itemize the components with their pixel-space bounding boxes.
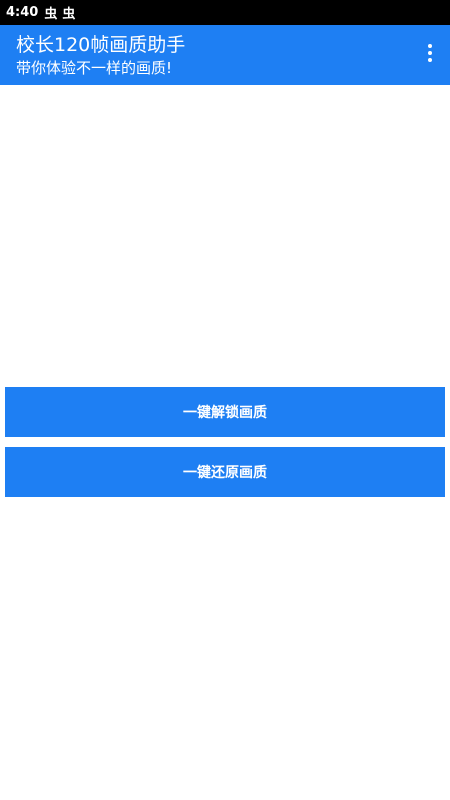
app-subtitle: 带你体验不一样的画质! <box>16 59 173 77</box>
bug-icon: 虫 <box>62 7 76 22</box>
menu-dot <box>428 58 432 62</box>
app-screen: 4:40 虫 虫 校长120帧画质助手 带你体验不一样的画质! 一键解锁画质 一… <box>0 0 450 800</box>
bug-icon: 虫 <box>44 7 58 22</box>
app-title: 校长120帧画质助手 <box>16 34 186 56</box>
menu-dot <box>428 44 432 48</box>
unlock-quality-button[interactable]: 一键解锁画质 <box>5 387 445 437</box>
restore-quality-button[interactable]: 一键还原画质 <box>5 447 445 497</box>
menu-dot <box>428 51 432 55</box>
app-bar: 校长120帧画质助手 带你体验不一样的画质! <box>0 25 450 85</box>
status-bar: 4:40 虫 虫 <box>0 0 450 25</box>
more-vert-icon[interactable] <box>420 39 440 67</box>
status-time: 4:40 <box>6 5 39 20</box>
